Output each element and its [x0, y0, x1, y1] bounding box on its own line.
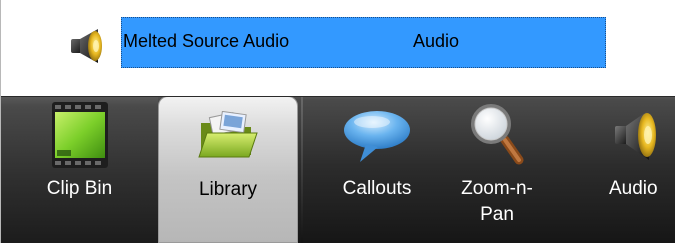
magnifier-icon [471, 104, 524, 165]
tab-label-clip-bin: Clip Bin [46, 178, 113, 199]
task-toolbar: Clip Bin Library Callouts Zoom-n- Pan Au… [1, 96, 675, 243]
folder-media-icon [198, 111, 258, 158]
tab-label-library: Library [198, 179, 258, 200]
tab-clip-bin[interactable]: Clip Bin [1, 96, 158, 243]
media-list-row: Melted Source Audio Audio [0, 0, 675, 95]
zoom-n-pan-line-2: Pan [480, 204, 514, 225]
tool-label-audio: Audio [609, 178, 658, 199]
media-item-type: Audio [413, 31, 460, 51]
tool-label-callouts: Callouts [342, 178, 412, 199]
media-item-name: Melted Source Audio [123, 31, 290, 51]
selected-media-item[interactable]: Melted Source Audio Audio [121, 17, 606, 68]
zoom-n-pan-line-1: Zoom-n- [461, 178, 533, 199]
speech-bubble-icon [344, 111, 410, 162]
zoom-n-pan-button[interactable]: Zoom-n- Pan [447, 96, 547, 243]
speaker-icon [71, 29, 102, 63]
tool-label-zoom-n-pan: Zoom-n- Pan [447, 176, 547, 228]
film-strip-icon [51, 102, 108, 168]
audio-button[interactable]: Audio [597, 96, 675, 243]
speaker-icon [615, 110, 656, 160]
toolbar-separator [301, 96, 303, 243]
callouts-button[interactable]: Callouts [321, 96, 433, 243]
tab-library[interactable]: Library [158, 96, 298, 243]
toolbar-top-border [1, 96, 675, 97]
app-window: Melted Source Audio Audio Clip Bin Libra… [0, 0, 675, 243]
